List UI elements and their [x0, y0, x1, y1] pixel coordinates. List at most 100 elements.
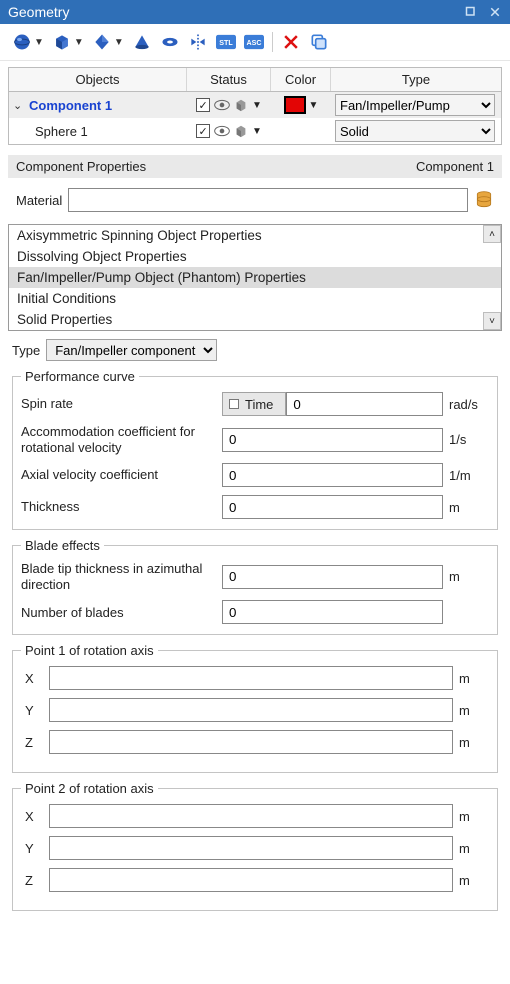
expand-chevron-icon[interactable]: ⌄ [13, 99, 23, 112]
scroll-down-icon[interactable]: ˅ [483, 312, 501, 330]
tool-stl[interactable]: STL [214, 30, 238, 54]
unit-label: 1/s [449, 432, 489, 447]
dock-icon[interactable] [464, 5, 478, 19]
section-subtitle: Component 1 [416, 159, 494, 174]
p2-x-input[interactable] [49, 804, 453, 828]
p1-z-input[interactable] [49, 730, 453, 754]
num-blades-input[interactable] [222, 600, 443, 624]
tool-cone[interactable] [130, 30, 154, 54]
svg-text:STL: STL [219, 39, 233, 47]
visibility-icon[interactable] [214, 98, 230, 112]
tool-delete[interactable] [279, 30, 303, 54]
grid-row-sphere1[interactable]: Sphere 1 ✓ ▼ Solid [9, 118, 501, 144]
visibility-icon[interactable] [214, 124, 230, 138]
enable-checkbox[interactable]: ✓ [196, 98, 210, 112]
blade-effects-group: Blade effects Blade tip thickness in azi… [12, 538, 498, 635]
unit-label: m [459, 703, 489, 718]
type-select-row1[interactable]: Solid [335, 120, 495, 142]
material-label: Material [16, 193, 62, 208]
component-properties-header: Component Properties Component 1 [8, 155, 502, 178]
unit-label: m [449, 569, 489, 584]
accommodation-input[interactable] [222, 428, 443, 452]
header-status[interactable]: Status [187, 68, 271, 91]
chevron-down-icon: ▼ [34, 37, 44, 48]
point2-group: Point 2 of rotation axis Xm Ym Zm [12, 781, 498, 911]
grid-row-component1[interactable]: ⌄ Component 1 ✓ ▼ ▼ Fan/Impeller/Pump [9, 92, 501, 118]
performance-curve-group: Performance curve Spin rate Time rad/s A… [12, 369, 498, 530]
type-select-row0[interactable]: Fan/Impeller/Pump [335, 94, 495, 116]
unit-label: m [449, 500, 489, 515]
thickness-input[interactable] [222, 495, 443, 519]
spin-rate-input[interactable] [286, 392, 443, 416]
group-legend: Point 1 of rotation axis [21, 643, 158, 658]
geometry-toolbar: ▼ ▼ ▼ STL ASC [0, 24, 510, 61]
object-name: Component 1 [27, 98, 112, 113]
num-blades-label: Number of blades [21, 605, 216, 621]
tool-sphere[interactable]: ▼ [10, 30, 46, 54]
unit-label: rad/s [449, 397, 489, 412]
tool-asc[interactable]: ASC [242, 30, 266, 54]
group-legend: Blade effects [21, 538, 104, 553]
p1-y-input[interactable] [49, 698, 453, 722]
accommodation-label: Accommodation coefficient for rotational… [21, 424, 216, 455]
z-label: Z [21, 735, 43, 750]
x-label: X [21, 671, 43, 686]
chevron-down-icon: ▼ [74, 37, 84, 48]
type-label: Type [12, 343, 40, 358]
unit-label: m [459, 873, 489, 888]
header-objects[interactable]: Objects [9, 68, 187, 91]
close-icon[interactable] [488, 5, 502, 19]
p1-x-input[interactable] [49, 666, 453, 690]
material-input[interactable] [68, 188, 468, 212]
chevron-down-icon: ▼ [114, 37, 124, 48]
svg-text:ASC: ASC [246, 39, 261, 47]
fan-type-select[interactable]: Fan/Impeller component [46, 339, 217, 361]
tool-copy[interactable] [307, 30, 331, 54]
time-toggle-button[interactable]: Time [222, 392, 286, 416]
material-database-icon[interactable] [474, 189, 494, 211]
list-item[interactable]: Dissolving Object Properties [9, 246, 501, 267]
chevron-down-icon[interactable]: ▼ [309, 100, 319, 111]
shade-mode-icon[interactable] [234, 98, 248, 112]
property-category-list[interactable]: Axisymmetric Spinning Object Properties … [8, 224, 502, 331]
unit-label: m [459, 671, 489, 686]
time-checkbox-icon [229, 399, 239, 409]
axial-input[interactable] [222, 463, 443, 487]
group-legend: Point 2 of rotation axis [21, 781, 158, 796]
header-type[interactable]: Type [331, 68, 501, 91]
axial-label: Axial velocity coefficient [21, 467, 216, 483]
blade-tip-label: Blade tip thickness in azimuthal directi… [21, 561, 216, 592]
list-item[interactable]: Initial Conditions [9, 288, 501, 309]
title-text: Geometry [8, 4, 69, 20]
color-swatch[interactable] [284, 96, 306, 114]
list-item[interactable]: Solid Properties [9, 309, 501, 330]
unit-label: m [459, 735, 489, 750]
list-item[interactable]: Axisymmetric Spinning Object Properties [9, 225, 501, 246]
blade-tip-input[interactable] [222, 565, 443, 589]
tool-box[interactable]: ▼ [50, 30, 86, 54]
unit-label: m [459, 809, 489, 824]
section-title: Component Properties [16, 159, 146, 174]
p2-z-input[interactable] [49, 868, 453, 892]
objects-grid: Objects Status Color Type ⌄ Component 1 … [8, 67, 502, 145]
tool-diamond[interactable]: ▼ [90, 30, 126, 54]
header-color[interactable]: Color [271, 68, 331, 91]
list-item[interactable]: Fan/Impeller/Pump Object (Phantom) Prope… [9, 267, 501, 288]
unit-label: 1/m [449, 468, 489, 483]
grid-header: Objects Status Color Type [9, 68, 501, 92]
tool-torus[interactable] [158, 30, 182, 54]
scroll-up-icon[interactable]: ˄ [483, 225, 501, 243]
title-bar: Geometry [0, 0, 510, 24]
thickness-label: Thickness [21, 499, 216, 515]
tool-mirror[interactable] [186, 30, 210, 54]
toolbar-separator [272, 32, 273, 52]
chevron-down-icon[interactable]: ▼ [252, 126, 262, 137]
shade-mode-icon[interactable] [234, 124, 248, 138]
object-name: Sphere 1 [33, 124, 88, 139]
chevron-down-icon[interactable]: ▼ [252, 100, 262, 111]
p2-y-input[interactable] [49, 836, 453, 860]
spin-rate-label: Spin rate [21, 396, 216, 412]
y-label: Y [21, 703, 43, 718]
enable-checkbox[interactable]: ✓ [196, 124, 210, 138]
group-legend: Performance curve [21, 369, 139, 384]
